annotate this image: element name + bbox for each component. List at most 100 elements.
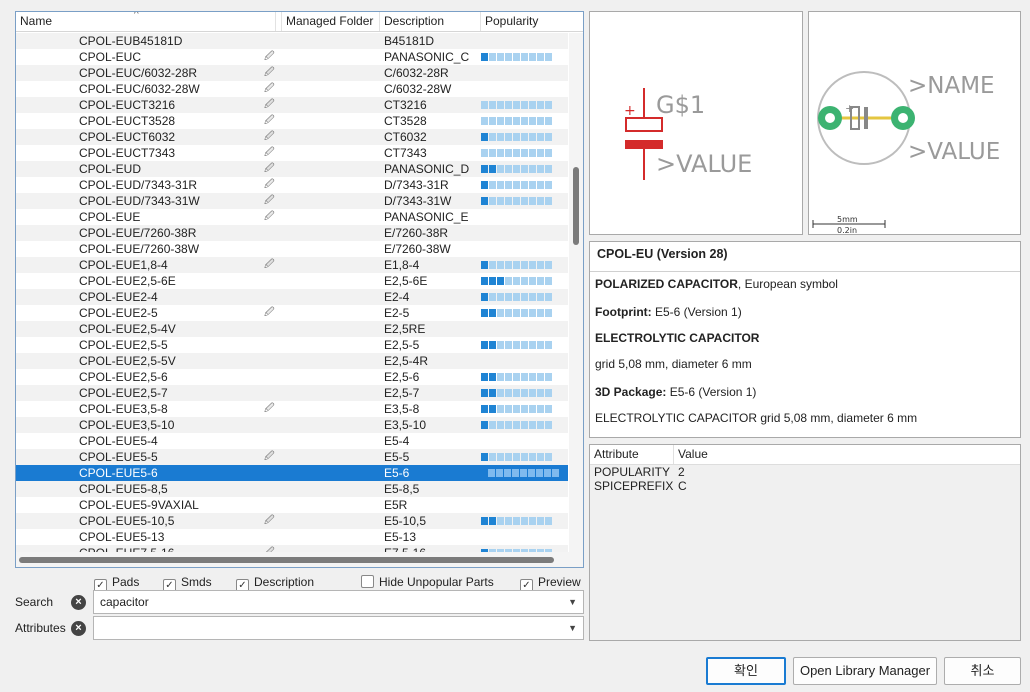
hide-unpopular-checkbox[interactable]: Hide Unpopular Parts — [361, 574, 494, 590]
table-row[interactable]: CPOL-EUE/7260-38W E/7260-38W — [16, 241, 568, 257]
clear-search-icon[interactable]: × — [71, 595, 86, 610]
column-header-name[interactable]: Name — [16, 12, 276, 31]
part-description: E2-4 — [384, 290, 410, 304]
table-row[interactable]: CPOL-EUE3,5-8 🖉 E3,5-8 — [16, 401, 568, 417]
table-row[interactable]: CPOL-EUD/7343-31R 🖉 D/7343-31R — [16, 177, 568, 193]
part-description: E5-13 — [384, 530, 417, 544]
table-row[interactable]: CPOL-EUC/6032-28R 🖉 C/6032-28R — [16, 65, 568, 81]
part-description: E3,5-8 — [384, 402, 420, 416]
table-row[interactable]: CPOL-EUE5-5 🖉 E5-5 — [16, 449, 568, 465]
table-row[interactable]: CPOL-EUE2,5-5 E2,5-5 — [16, 337, 568, 353]
part-name: CPOL-EUE — [79, 210, 141, 224]
column-header-managed-folder[interactable]: Managed Folder — [282, 12, 380, 31]
chevron-down-icon[interactable]: ▼ — [568, 591, 577, 613]
symbol-name-label: G$1 — [656, 91, 705, 119]
preview-checkbox[interactable]: ✓ Preview — [520, 574, 581, 592]
managed-folder-icon: 🖉 — [264, 403, 275, 414]
part-name: CPOL-EUCT6032 — [79, 130, 176, 144]
table-row[interactable]: CPOL-EUE2-5 🖉 E2-5 — [16, 305, 568, 321]
part-description: E5-4 — [384, 434, 410, 448]
popularity-bar — [481, 277, 555, 285]
capacitor-symbol-drawing: + G$1 >VALUE — [624, 88, 752, 180]
part-description: E5-5 — [384, 450, 410, 464]
part-name: CPOL-EUC/6032-28R — [79, 66, 198, 80]
table-row[interactable]: CPOL-EUB45181D B45181D — [16, 33, 568, 49]
table-row[interactable]: CPOL-EUD 🖉 PANASONIC_D — [16, 161, 568, 177]
part-description: CT6032 — [384, 130, 427, 144]
vertical-scroll-thumb[interactable] — [573, 167, 579, 245]
chevron-down-icon[interactable]: ▼ — [568, 617, 577, 639]
table-row[interactable]: CPOL-EUE5-8,5 E5-8,5 — [16, 481, 568, 497]
scale-in-label: 0.2in — [837, 226, 857, 234]
table-row[interactable]: CPOL-EUE2,5-7 E2,5-7 — [16, 385, 568, 401]
part-description: E5-6 — [384, 466, 410, 480]
part-description: E1,8-4 — [384, 258, 420, 272]
part-name: CPOL-EUE3,5-10 — [79, 418, 175, 432]
table-row[interactable]: CPOL-EUC 🖉 PANASONIC_C — [16, 49, 568, 65]
column-header-popularity[interactable]: Popularity — [481, 12, 583, 31]
attributes-input[interactable]: ▼ — [93, 616, 584, 640]
part-description: E3,5-10 — [384, 418, 427, 432]
open-library-manager-button[interactable]: Open Library Manager — [793, 657, 937, 685]
managed-folder-icon: 🖉 — [264, 147, 275, 158]
managed-folder-icon: 🖉 — [264, 99, 275, 110]
table-row[interactable]: CPOL-EUE5-10,5 🖉 E5-10,5 — [16, 513, 568, 529]
part-description: E5-10,5 — [384, 514, 427, 528]
part-name: CPOL-EUE5-5 — [79, 450, 158, 464]
popularity-bar — [481, 309, 555, 317]
table-row[interactable]: CPOL-EUE3,5-10 E3,5-10 — [16, 417, 568, 433]
table-row[interactable]: CPOL-EUE 🖉 PANASONIC_E — [16, 209, 568, 225]
table-row[interactable]: CPOL-EUCT7343 🖉 CT7343 — [16, 145, 568, 161]
part-name: CPOL-EUE/7260-38R — [79, 226, 197, 240]
part-name: CPOL-EUE2,5-4V — [79, 322, 176, 336]
table-row[interactable]: CPOL-EUD/7343-31W 🖉 D/7343-31W — [16, 193, 568, 209]
part-name: CPOL-EUE2,5-5V — [79, 354, 176, 368]
popularity-bar — [481, 117, 555, 125]
attribute-row[interactable]: POPULARITY 2 — [590, 465, 1020, 479]
3d-package-description: ELECTROLYTIC CAPACITOR grid 5,08 mm, dia… — [595, 411, 918, 425]
attribute-row[interactable]: SPICEPREFIX C — [590, 479, 1020, 493]
table-row[interactable]: CPOL-EUCT3216 🖉 CT3216 — [16, 97, 568, 113]
divider — [590, 271, 1020, 272]
table-row[interactable]: CPOL-EUCT6032 🖉 CT6032 — [16, 129, 568, 145]
table-row[interactable]: CPOL-EUE5-13 E5-13 — [16, 529, 568, 545]
vertical-scrollbar[interactable] — [569, 33, 583, 560]
table-row[interactable]: CPOL-EUCT3528 🖉 CT3528 — [16, 113, 568, 129]
table-row[interactable]: CPOL-EUE1,8-4 🖉 E1,8-4 — [16, 257, 568, 273]
pads-checkbox[interactable]: ✓ Pads — [94, 574, 139, 592]
attribute-value: 2 — [678, 465, 685, 479]
smds-checkbox[interactable]: ✓ Smds — [163, 574, 212, 592]
attributes-header: Attribute Value — [590, 445, 1020, 465]
table-row[interactable]: CPOL-EUE5-6 E5-6 — [16, 465, 568, 481]
package-name-label: >NAME — [908, 73, 995, 99]
column-header-value[interactable]: Value — [674, 445, 708, 464]
search-input[interactable]: capacitor ▼ — [93, 590, 584, 614]
horizontal-scroll-thumb[interactable] — [19, 557, 554, 563]
table-row[interactable]: CPOL-EUE2,5-6E E2,5-6E — [16, 273, 568, 289]
part-name: CPOL-EUD/7343-31R — [79, 178, 198, 192]
description-checkbox[interactable]: ✓ Description — [236, 574, 314, 592]
table-row[interactable]: CPOL-EUE2-4 E2-4 — [16, 289, 568, 305]
part-description: C/6032-28R — [384, 66, 449, 80]
column-header-description[interactable]: Description — [380, 12, 481, 31]
part-name: CPOL-EUCT7343 — [79, 146, 176, 160]
part-description: CT3216 — [384, 98, 427, 112]
column-header-attribute[interactable]: Attribute — [590, 445, 674, 464]
table-row[interactable]: CPOL-EUC/6032-28W 🖉 C/6032-28W — [16, 81, 568, 97]
table-row[interactable]: CPOL-EUE2,5-5V E2,5-4R — [16, 353, 568, 369]
managed-folder-icon: 🖉 — [264, 67, 275, 78]
popularity-bar — [481, 405, 555, 413]
table-row[interactable]: CPOL-EUE2,5-4V E2,5RE — [16, 321, 568, 337]
part-list[interactable]: Name Managed Folder Description Populari… — [15, 11, 584, 568]
cancel-button[interactable]: 취소 — [944, 657, 1021, 685]
table-row[interactable]: CPOL-EUE5-4 E5-4 — [16, 433, 568, 449]
table-row[interactable]: CPOL-EUE5-9VAXIAL E5R — [16, 497, 568, 513]
description-line: POLARIZED CAPACITOR, European symbol — [595, 277, 838, 291]
part-description: C/6032-28W — [384, 82, 452, 96]
table-row[interactable]: CPOL-EUE2,5-6 E2,5-6 — [16, 369, 568, 385]
clear-attributes-icon[interactable]: × — [71, 621, 86, 636]
ok-button[interactable]: 확인 — [706, 657, 786, 685]
popularity-bar — [481, 101, 555, 109]
part-description: CT3528 — [384, 114, 427, 128]
table-row[interactable]: CPOL-EUE/7260-38R E/7260-38R — [16, 225, 568, 241]
